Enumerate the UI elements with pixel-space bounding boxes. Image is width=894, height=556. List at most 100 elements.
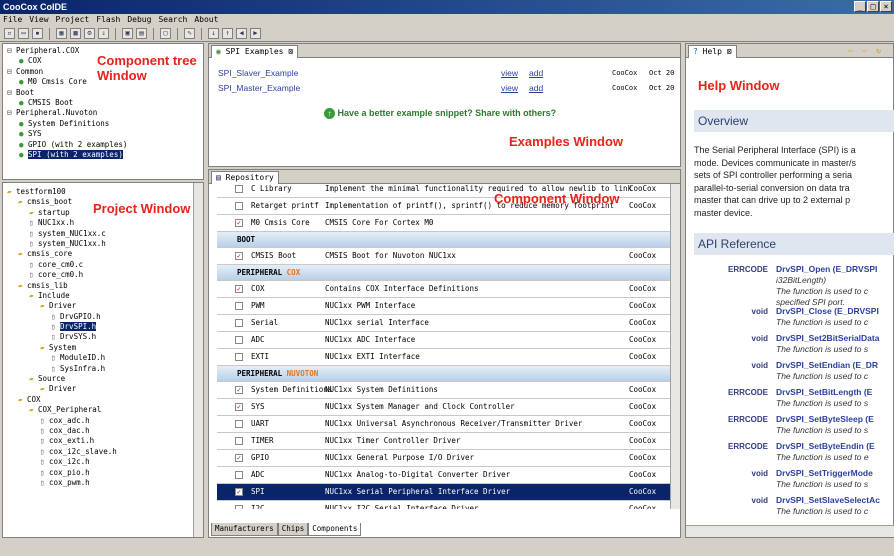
component-tree-item[interactable]: ● GPIO (with 2 examples) [7, 140, 127, 150]
project-tree-item[interactable]: ▯ cox_pio.h [7, 468, 117, 478]
component-row[interactable]: UART NUC1xx Universal Asynchronous Receiv… [217, 416, 671, 433]
component-checkbox[interactable] [235, 319, 243, 327]
project-tree-item[interactable]: ▯ cox_exti.h [7, 436, 117, 446]
debug-icon[interactable]: ▣ [122, 28, 133, 39]
component-checkbox[interactable]: ✓ [235, 285, 243, 293]
project-scrollbar[interactable] [193, 183, 203, 537]
help-hscrollbar[interactable] [686, 525, 894, 537]
project-tree-item[interactable]: ▯ cox_dac.h [7, 426, 117, 436]
project-tree-item[interactable]: ▰ Source [7, 374, 117, 384]
example-name-link[interactable]: SPI_Slaver_Example [218, 66, 298, 81]
menu-file[interactable]: File [3, 14, 22, 26]
project-tree-item[interactable]: ▯ ModuleID.h [7, 353, 117, 363]
api-function-link[interactable]: DrvSPI_SetBitLength (E [776, 387, 872, 397]
prev-annotation-icon[interactable]: ↑ [222, 28, 233, 39]
collapse-icon[interactable]: ⊟ [7, 108, 16, 117]
project-tree-item[interactable]: ▰ Driver [7, 384, 117, 394]
project-tree-item[interactable]: ▯ cox_i2c.h [7, 457, 117, 467]
close-icon[interactable]: ⊠ [288, 47, 293, 56]
component-checkbox[interactable] [235, 437, 243, 445]
component-row[interactable]: ✓ SYS NUC1xx System Manager and Clock Cont… [217, 399, 671, 416]
component-checkbox[interactable]: ✓ [235, 219, 243, 227]
back-icon[interactable]: ◀ [236, 28, 247, 39]
component-checkbox[interactable]: ✓ [235, 252, 243, 260]
project-tree-item[interactable]: ▯ cox_adc.h [7, 416, 117, 426]
collapse-icon[interactable]: ⊟ [7, 88, 16, 97]
project-tree-item[interactable]: ▰ COX [7, 395, 117, 405]
component-row[interactable]: ADC NUC1xx ADC Interface CooCox [217, 332, 671, 349]
component-checkbox[interactable] [235, 353, 243, 361]
component-checkbox[interactable]: ✓ [235, 454, 243, 462]
layout-icon[interactable]: ▢ [160, 28, 171, 39]
component-checkbox[interactable] [235, 505, 243, 509]
collapse-icon[interactable]: ⊟ [7, 67, 16, 76]
component-checkbox[interactable] [235, 471, 243, 479]
project-tree-item[interactable]: ▯ system_NUC1xx.c [7, 229, 117, 239]
component-tree-item[interactable]: ● CMSIS Boot [7, 98, 127, 108]
tab-spi-examples[interactable]: ◉ SPI Examples ⊠ [211, 45, 299, 58]
api-function-link[interactable]: DrvSPI_SetTriggerMode [776, 468, 873, 478]
menu-project[interactable]: Project [56, 14, 90, 26]
api-function-link[interactable]: DrvSPI_Open (E_DRVSPI [776, 264, 877, 274]
project-tree-item[interactable]: ▯ cox_i2c_slave.h [7, 447, 117, 457]
example-view-link[interactable]: view [501, 66, 518, 81]
component-checkbox[interactable] [235, 185, 243, 193]
project-tree-item[interactable]: ▯ core_cm0.h [7, 270, 117, 280]
back-arrow-icon[interactable]: ⇦ [848, 46, 853, 55]
next-annotation-icon[interactable]: ↓ [208, 28, 219, 39]
example-name-link[interactable]: SPI_Master_Example [218, 81, 300, 96]
tab-repository[interactable]: ▤ Repository [211, 171, 279, 184]
component-row[interactable]: ✓ System Definitions NUC1xx System Definit… [217, 382, 671, 399]
example-add-link[interactable]: add [529, 66, 543, 81]
component-row[interactable]: Serial NUC1xx serial Interface CooCox [217, 315, 671, 332]
api-function-link[interactable]: DrvSPI_SetSlaveSelectAc [776, 495, 880, 505]
menu-debug[interactable]: Debug [127, 14, 151, 26]
project-tree-item[interactable]: ▯ DrvGPIO.h [7, 312, 117, 322]
open-icon[interactable]: ▭ [18, 28, 29, 39]
component-checkbox[interactable]: ✓ [235, 403, 243, 411]
component-row[interactable]: ✓ CMSIS Boot CMSIS Boot for Nuvoton NUC1xx… [217, 248, 671, 265]
api-function-link[interactable]: DrvSPI_SetByteSleep (E [776, 414, 874, 424]
component-row[interactable]: ✓ COX Contains COX Interface Definitions Co… [217, 281, 671, 298]
collapse-icon[interactable]: ⊟ [7, 46, 16, 55]
project-tree-item[interactable]: ▰ cmsis_lib [7, 281, 117, 291]
tab-help[interactable]: ? Help ⊠ [688, 45, 737, 58]
component-group-header[interactable]: PERIPHERAL NUVOTON [217, 366, 671, 382]
component-row[interactable]: ✓ M0 Cmsis Core CMSIS Core For Cortex M0 [217, 215, 671, 232]
build-icon[interactable]: ▦ [56, 28, 67, 39]
component-checkbox[interactable]: ✓ [235, 488, 243, 496]
component-checkbox[interactable]: ✓ [235, 386, 243, 394]
close-icon[interactable]: ⊠ [727, 47, 732, 56]
menu-search[interactable]: Search [158, 14, 187, 26]
print-icon[interactable]: ▤ [136, 28, 147, 39]
project-tree-item[interactable]: ▯ system_NUC1xx.h [7, 239, 117, 249]
settings-icon[interactable]: ⚙ [84, 28, 95, 39]
rebuild-icon[interactable]: ▩ [70, 28, 81, 39]
forward-icon[interactable]: ▶ [250, 28, 261, 39]
component-row[interactable]: ✓ GPIO NUC1xx General Purpose I/O Driver Co… [217, 450, 671, 467]
component-checkbox[interactable] [235, 420, 243, 428]
wand-icon[interactable]: ✎ [184, 28, 195, 39]
component-row[interactable]: EXTI NUC1xx EXTI Interface CooCox [217, 349, 671, 366]
component-row[interactable]: PWM NUC1xx PWM Interface CooCox [217, 298, 671, 315]
menu-about[interactable]: About [194, 14, 218, 26]
component-tree-item[interactable]: ● System Definitions [7, 119, 127, 129]
component-tree-item[interactable]: ⊟ Peripheral.Nuvoton [7, 108, 127, 118]
api-function-link[interactable]: DrvSPI_Close (E_DRVSPI [776, 306, 879, 316]
component-tree-item[interactable]: ⊟ Boot [7, 88, 127, 98]
project-tree-item[interactable]: ▯ cox_pwm.h [7, 478, 117, 488]
menu-view[interactable]: View [29, 14, 48, 26]
project-tree-item[interactable]: ▯ SysInfra.h [7, 364, 117, 374]
project-tree-item[interactable]: ▰ Driver [7, 301, 117, 311]
component-checkbox[interactable] [235, 202, 243, 210]
project-tree-item[interactable]: ▯ NUC1xx.h [7, 218, 117, 228]
minimize-button[interactable]: _ [854, 1, 866, 12]
project-tree-item[interactable]: ▯ DrvSYS.h [7, 332, 117, 342]
component-group-header[interactable]: PERIPHERAL COX [217, 265, 671, 281]
tab-manufacturers[interactable]: Manufacturers [211, 523, 278, 536]
project-tree-item[interactable]: ▰ testform100 [7, 187, 117, 197]
menu-flash[interactable]: Flash [96, 14, 120, 26]
maximize-button[interactable]: □ [867, 1, 879, 12]
api-function-link[interactable]: DrvSPI_SetEndian (E_DR [776, 360, 878, 370]
component-checkbox[interactable] [235, 336, 243, 344]
